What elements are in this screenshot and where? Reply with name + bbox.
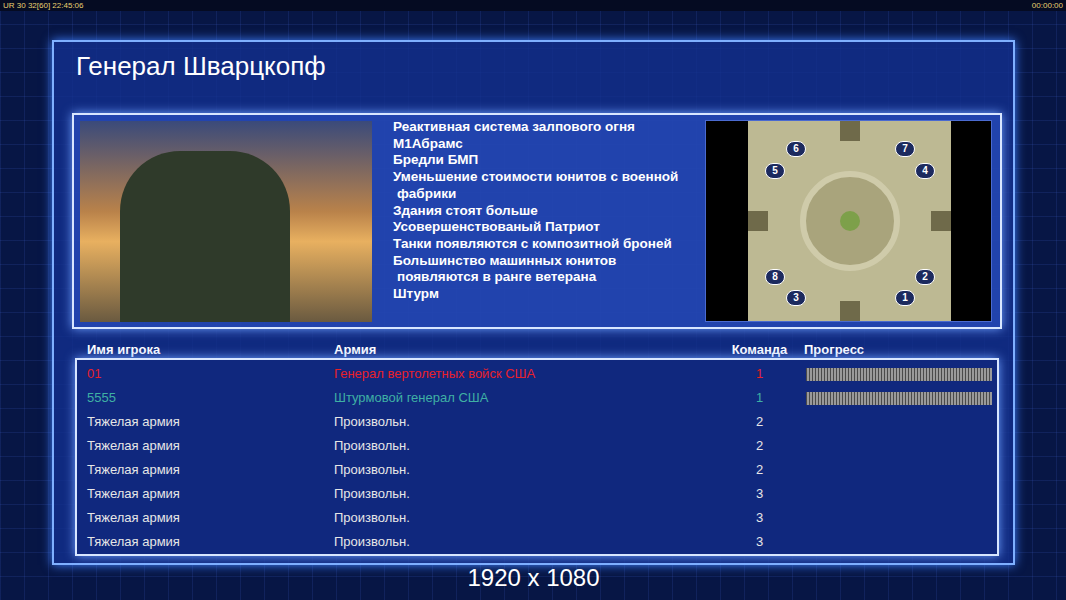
start-position-marker: 3 [786, 290, 806, 306]
player-row: Тяжелая армияПроизвольн.3 [77, 506, 997, 530]
map-preview: 6 7 5 4 8 2 3 1 [705, 120, 992, 322]
feature-item: Реактивная система залпового огня [393, 119, 693, 136]
feature-item: Танки появляются с композитной броней [393, 236, 693, 253]
player-row: Тяжелая армияПроизвольн.3 [77, 482, 997, 506]
player-table: 01Генерал вертолетных войск США15555Штур… [75, 358, 999, 556]
status-right: 00:00:00 [1032, 1, 1063, 11]
feature-item: М1Абрамс [393, 136, 693, 153]
feature-item: Большинство машинных юнитовпоявляются в … [393, 253, 693, 286]
start-position-marker: 5 [765, 163, 785, 179]
player-row: Тяжелая армияПроизвольн.2 [77, 410, 997, 434]
feature-item: Здания стоят больше [393, 203, 693, 220]
resolution-label: 1920 x 1080 [52, 563, 1015, 593]
table-header: Имя игрокаАрмияКомандаПрогресс [75, 341, 999, 358]
player-row: Тяжелая армияПроизвольн.2 [77, 434, 997, 458]
player-row: 01Генерал вертолетных войск США1 [77, 362, 997, 386]
start-position-marker: 8 [765, 269, 785, 285]
player-row: Тяжелая армияПроизвольн.3 [77, 530, 997, 554]
start-position-marker: 7 [895, 141, 915, 157]
start-position-marker: 6 [786, 141, 806, 157]
feature-list: Реактивная система залпового огняМ1Абрам… [393, 115, 693, 303]
loading-screen: UR 30 32[60] 22:45:06 00:00:00 Генерал Шва… [0, 0, 1066, 600]
feature-item: Усовершенствованый Патриот [393, 219, 693, 236]
player-row: Тяжелая армияПроизвольн.2 [77, 458, 997, 482]
status-left: UR 30 32[60] 22:45:06 [3, 1, 84, 11]
start-position-marker: 1 [895, 290, 915, 306]
progress-bar [806, 392, 992, 405]
progress-bar [806, 368, 992, 381]
start-position-marker: 2 [915, 269, 935, 285]
main-frame: Генерал Шварцкопф Реактивная система залп… [52, 40, 1015, 565]
feature-item: Штурм [393, 286, 693, 303]
player-row: 5555Штурмовой генерал США1 [77, 386, 997, 410]
general-panel: Реактивная система залпового огняМ1Абрам… [72, 113, 1002, 329]
feature-item: Уменьшение стоимости юнитов с военнойфаб… [393, 169, 693, 202]
start-position-marker: 4 [915, 163, 935, 179]
general-portrait [80, 121, 372, 322]
feature-item: Бредли БМП [393, 152, 693, 169]
general-title: Генерал Шварцкопф [54, 42, 1013, 82]
status-bar: UR 30 32[60] 22:45:06 00:00:00 [0, 0, 1066, 11]
